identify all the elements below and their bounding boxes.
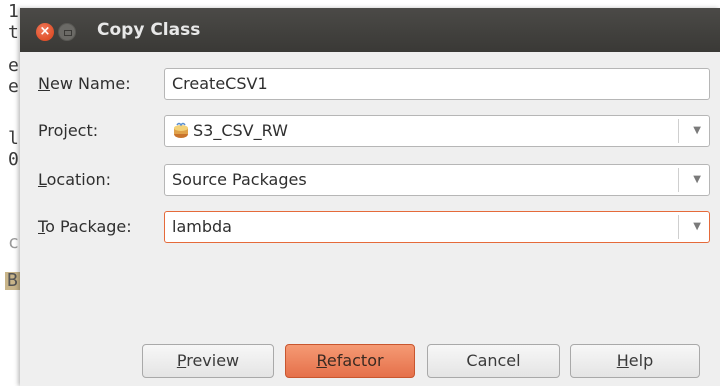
editor-char: B — [5, 270, 20, 291]
editor-char: 0 — [8, 149, 19, 170]
editor-char: e — [8, 76, 19, 97]
new-name-field[interactable]: CreateCSV1 — [164, 68, 710, 100]
editor-char: c — [8, 232, 19, 253]
dialog-title: Copy Class — [97, 20, 201, 40]
help-button[interactable]: Help — [570, 344, 700, 378]
close-window-button[interactable]: × — [36, 23, 54, 41]
new-name-value: CreateCSV1 — [172, 74, 268, 93]
chevron-down-icon[interactable]: ▼ — [693, 212, 701, 242]
copy-class-dialog: × Copy Class New Name: CreateCSV1 Projec… — [20, 8, 720, 386]
project-value: S3_CSV_RW — [193, 121, 288, 140]
location-combobox[interactable]: Source Packages ▼ — [164, 164, 710, 196]
refactor-button[interactable]: Refactor — [285, 344, 415, 378]
close-icon: × — [39, 24, 51, 39]
minimize-window-button[interactable] — [58, 23, 76, 41]
location-value: Source Packages — [172, 170, 307, 189]
chevron-down-icon[interactable]: ▼ — [693, 116, 701, 146]
new-name-label: New Name: — [38, 74, 131, 93]
project-combobox[interactable]: S3_CSV_RW ▼ — [164, 115, 710, 147]
editor-char: e — [8, 55, 19, 76]
java-project-icon — [174, 122, 188, 138]
to-package-value: lambda — [172, 217, 232, 236]
editor-char: t — [8, 22, 19, 43]
location-label: Location: — [38, 170, 112, 189]
project-label: Project: — [38, 121, 99, 140]
cancel-button[interactable]: Cancel — [427, 344, 560, 378]
to-package-combobox[interactable]: lambda ▼ — [164, 211, 710, 243]
to-package-label: To Package: — [38, 217, 132, 236]
chevron-down-icon[interactable]: ▼ — [693, 165, 701, 195]
preview-button[interactable]: Preview — [142, 344, 274, 378]
dialog-titlebar[interactable]: × Copy Class — [20, 8, 720, 52]
editor-char: l — [8, 128, 19, 149]
editor-char: 1 — [8, 1, 19, 22]
